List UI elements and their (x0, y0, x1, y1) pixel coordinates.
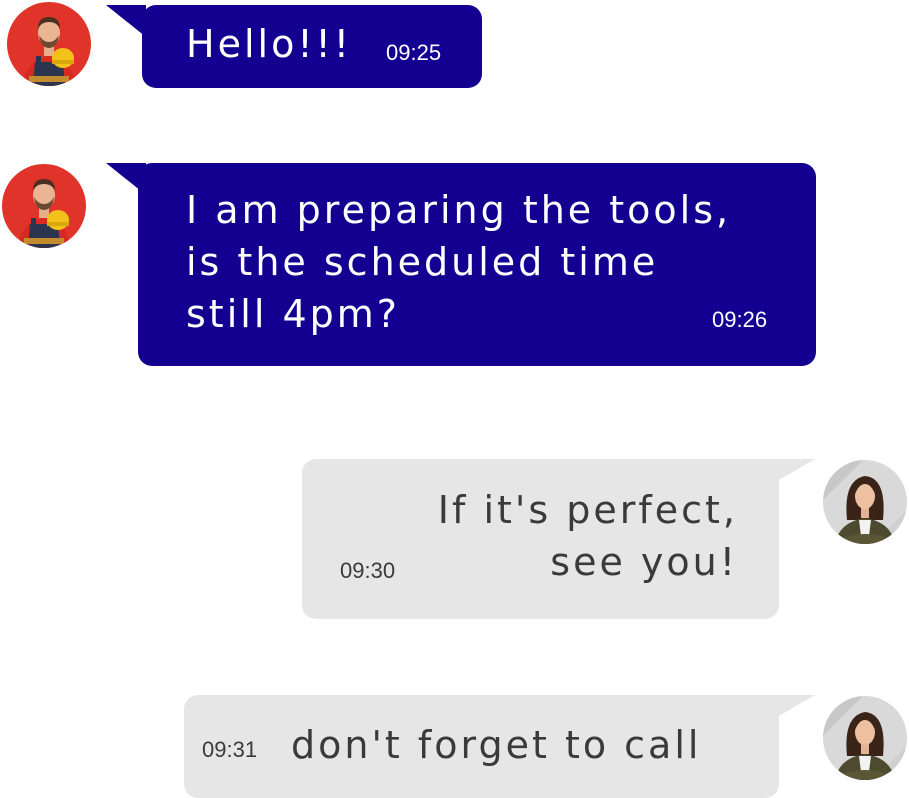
bubble-tail (106, 5, 146, 37)
woman-avatar (823, 696, 907, 780)
message-time: 09:25 (386, 40, 442, 65)
worker-avatar (2, 164, 86, 248)
worker-avatar-icon (2, 164, 86, 248)
woman-avatar (823, 460, 907, 544)
worker-avatar (7, 2, 91, 86)
message-time: 09:30 (340, 558, 396, 583)
message-text: Hello!!! (186, 22, 353, 66)
message-time: 09:26 (712, 307, 768, 332)
message-text: don't forget to call (291, 723, 702, 767)
message-text: I am preparing the tools, is the schedul… (186, 188, 732, 336)
woman-avatar-icon (823, 460, 907, 544)
woman-avatar-icon (823, 696, 907, 780)
message-text: If it's perfect, see you! (437, 488, 738, 584)
worker-avatar-icon (7, 2, 91, 86)
message-time: 09:31 (202, 737, 258, 762)
